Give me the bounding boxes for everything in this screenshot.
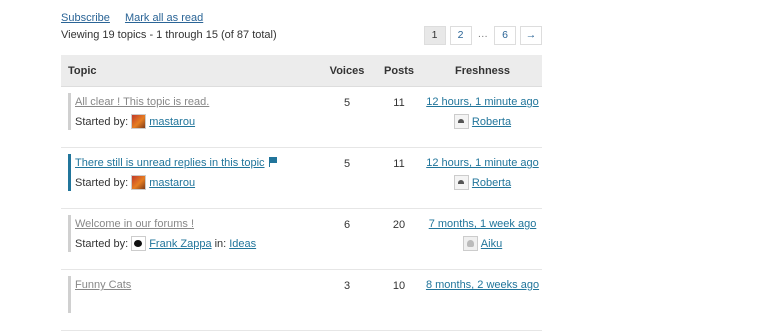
topic-cell: All clear ! This topic is read. Started … [61,86,319,148]
read-indicator-bar [68,276,71,313]
avatar[interactable] [453,114,469,129]
subscribe-link[interactable]: Subscribe [61,12,110,24]
author-link[interactable]: Frank Zappa [149,238,211,250]
last-poster-link[interactable]: Aiku [481,238,502,250]
topic-actions: Subscribe Mark all as read [61,12,215,24]
voices-count: 5 [319,86,375,148]
page-6-link[interactable]: 6 [494,26,516,45]
posts-count: 11 [375,147,423,209]
topics-count-summary: Viewing 19 topics - 1 through 15 (of 87 … [61,29,277,41]
freshness-link[interactable]: 8 months, 2 weeks ago [426,279,539,291]
voices-count: 5 [319,147,375,209]
topic-row: All clear ! This topic is read. Started … [61,86,542,148]
forum-link[interactable]: Ideas [229,238,256,250]
topic-cell: Welcome in our forums ! Started by: Fran… [61,208,319,270]
topics-table: Topic Voices Posts Freshness All clear !… [61,55,542,331]
posts-count: 11 [375,86,423,148]
last-poster-link[interactable]: Roberta [472,116,511,128]
in-label: in: [214,237,227,250]
pagination: 1 2 … 6 → [423,26,542,45]
freshness-cell: 12 hours, 1 minute ago Roberta [423,86,542,148]
topic-cell: There still is unread replies in this to… [61,147,319,209]
page-2-link[interactable]: 2 [449,26,472,45]
last-poster-link[interactable]: Roberta [472,177,511,189]
voices-count: 6 [319,208,375,270]
topic-row: Welcome in our forums ! Started by: Fran… [61,208,542,270]
pagination-ellipsis: … [475,26,490,43]
unread-indicator-bar [68,154,71,191]
freshness-link[interactable]: 12 hours, 1 minute ago [426,96,539,108]
read-indicator-bar [68,93,71,130]
started-by-label: Started by: [75,176,129,189]
topic-title-link[interactable]: All clear ! This topic is read. [75,96,209,108]
page-1-current: 1 [423,26,446,45]
started-by-label: Started by: [75,115,129,128]
voices-count: 3 [319,269,375,331]
freshness-link[interactable]: 12 hours, 1 minute ago [426,157,539,169]
topic-meta: Started by: mastarou [75,175,195,190]
topic-title-link[interactable]: Funny Cats [75,279,131,291]
author-link[interactable]: mastarou [149,116,195,128]
mark-all-read-link[interactable]: Mark all as read [125,12,203,24]
table-header-row: Topic Voices Posts Freshness [61,55,542,87]
avatar[interactable] [453,175,469,190]
avatar[interactable] [131,236,147,251]
posts-count: 20 [375,208,423,270]
topic-meta: Started by: mastarou [75,114,195,129]
read-indicator-bar [68,215,71,252]
topic-meta: Started by: Frank Zappa in: Ideas [75,236,256,251]
avatar[interactable] [131,175,147,190]
posts-count: 10 [375,269,423,331]
topic-title-link[interactable]: Welcome in our forums ! [75,218,194,230]
freshness-cell: 7 months, 1 week ago Aiku [423,208,542,270]
freshness-cell: 8 months, 2 weeks ago [423,269,542,331]
topic-row: Funny Cats 3 10 8 months, 2 weeks ago [61,269,542,331]
started-by-label: Started by: [75,237,129,250]
column-header-posts: Posts [375,55,423,87]
topic-title-text[interactable]: There still is unread replies in this to… [75,157,265,169]
topic-cell: Funny Cats [61,269,319,331]
column-header-freshness: Freshness [423,55,542,87]
avatar[interactable] [462,236,478,251]
author-link[interactable]: mastarou [149,177,195,189]
flag-icon [268,157,278,167]
topic-title-link[interactable]: There still is unread replies in this to… [75,157,278,169]
freshness-link[interactable]: 7 months, 1 week ago [429,218,537,230]
next-page-arrow-link[interactable]: → [520,26,542,45]
column-header-topic: Topic [61,55,319,87]
avatar[interactable] [131,114,147,129]
column-header-voices: Voices [319,55,375,87]
topic-row: There still is unread replies in this to… [61,147,542,209]
freshness-cell: 12 hours, 1 minute ago Roberta [423,147,542,209]
